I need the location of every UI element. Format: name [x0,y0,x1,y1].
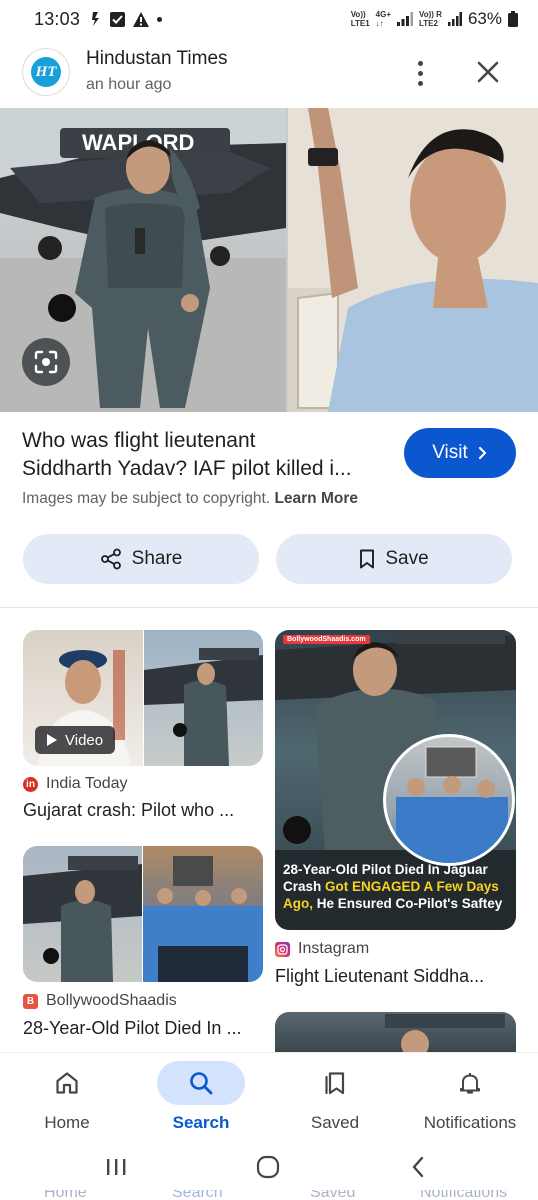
status-bar: 13:03 Vo)) LTE1 4G+ ↓↑ Vo)) R LTE2 63% [0,0,538,38]
source-time: an hour ago [86,76,172,93]
source-header: HT Hindustan Times an hour ago [0,42,538,104]
hero-image[interactable]: WAPLORD [0,108,538,412]
missed-call-icon [92,12,100,26]
more-dot-icon [417,70,423,76]
volte-label: Vo)) [350,10,366,19]
related-source-india-today: in India Today [23,775,128,793]
home-circle-icon [256,1155,280,1179]
share-label: Share [131,548,183,569]
saved-icon [325,1072,345,1095]
save-label: Save [385,548,429,569]
system-navigation-bar [0,1142,538,1190]
related-image-partial[interactable] [275,1012,516,1052]
result-title-line-2: Siddharth Yadav? IAF pilot killed i... [22,457,352,480]
home-icon [56,1072,78,1094]
related-source-bollywoodshaadis: B BollywoodShaadis [23,992,177,1010]
share-icon [100,548,121,570]
related-title-bollywoodshaadis[interactable]: 28-Year-Old Pilot Died In ... [23,1018,241,1039]
result-title[interactable]: Who was flight lieutenant Siddharth Yada… [22,427,392,483]
lte1-label: LTE1 [350,19,370,28]
related-title-india-today[interactable]: Gujarat crash: Pilot who ... [23,800,234,821]
related-image-bollywoodshaadis[interactable] [23,846,263,982]
chevron-right-icon [478,446,486,460]
home-system-button[interactable] [248,1152,288,1182]
pilot-tarmac-thumbnail [144,630,263,766]
bollywoodshaadis-watermark: BollywoodShaadis.com [283,635,370,644]
portrait-illustration [288,108,538,412]
related-image-india-today[interactable]: Video [23,630,263,766]
bollywoodshaadis-icon: B [23,993,38,1009]
search-icon [190,1072,213,1095]
source-name[interactable]: Hindustan Times [86,48,228,70]
ht-logo-mark: HT [31,57,61,87]
related-image-instagram[interactable]: BollywoodShaadis.com 28-Year-Old Pilot D… [275,630,516,930]
close-icon[interactable] [472,56,504,88]
nav-notifications[interactable]: Notifications [402,1061,538,1141]
headline-overlay: 28-Year-Old Pilot Died In Jaguar Crash G… [283,862,503,911]
back-chevron-icon [412,1156,424,1178]
visit-label: Visit [432,442,468,463]
data-arrows-icon: ↓↑ [375,19,384,28]
share-button[interactable]: Share [23,534,259,584]
signal-2-icon [447,12,462,26]
play-icon [47,734,57,746]
lte2-label: LTE2 [419,19,438,28]
bell-icon [460,1073,480,1094]
pilot-tarmac-photo-2 [23,846,142,982]
related-source-instagram: Instagram [275,940,369,958]
save-button[interactable]: Save [276,534,512,584]
india-today-icon: in [23,776,38,792]
casket-inset-photo [383,734,515,866]
section-divider [0,607,538,608]
lens-icon [34,350,58,374]
battery-percent: 63% [467,9,502,28]
result-title-line-1: Who was flight lieutenant [22,429,256,452]
more-dot-icon [417,80,423,86]
back-button[interactable] [398,1152,438,1182]
funeral-procession-photo [143,846,263,982]
nav-home[interactable]: Home [0,1061,134,1141]
more-notifications-dot [157,16,163,22]
status-time: 13:03 [34,8,81,29]
bottom-navigation: Home Search Saved Notifications [0,1052,538,1142]
related-title-instagram[interactable]: Flight Lieutenant Siddha... [275,966,484,987]
hindustan-times-logo[interactable]: HT [22,48,70,96]
bookmark-icon [360,549,375,569]
nav-search[interactable]: Search [134,1061,268,1141]
ghost-nav-labels: Home Search Saved Notifications [44,1190,508,1200]
nav-saved[interactable]: Saved [268,1061,402,1141]
copyright-notice: Images may be subject to copyright. Lear… [22,490,358,508]
recent-apps-icon [107,1159,126,1175]
recent-apps-button[interactable] [96,1152,136,1182]
signal-icon [397,12,413,26]
pilot-portrait-photo [288,108,538,412]
copyright-text: Images may be subject to copyright. [22,490,271,507]
warning-icon [133,11,150,27]
instagram-icon [275,941,290,957]
visit-button[interactable]: Visit [404,428,516,478]
checkbox-notification-icon [110,11,126,27]
learn-more-link[interactable]: Learn More [274,490,358,507]
battery-icon [508,11,518,27]
google-lens-button[interactable] [22,338,70,386]
more-options-button[interactable] [405,56,435,90]
more-dot-icon [417,60,423,66]
video-chip: Video [35,726,116,754]
